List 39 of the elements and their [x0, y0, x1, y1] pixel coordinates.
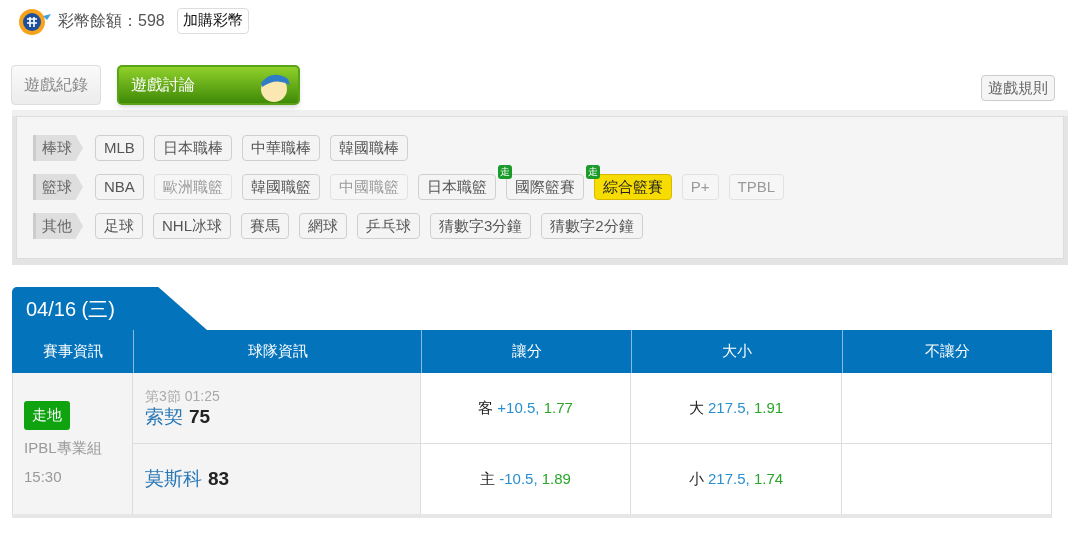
- category-label: 棒球: [33, 135, 83, 161]
- league-button[interactable]: 網球: [299, 213, 347, 239]
- column-header: 球隊資訊: [133, 330, 421, 373]
- league-button[interactable]: NHL冰球: [153, 213, 231, 239]
- team-score: 75: [189, 405, 211, 429]
- start-time: 15:30: [24, 467, 62, 487]
- live-status-badge: 走地: [24, 401, 70, 430]
- league-button[interactable]: 中華職棒: [241, 135, 320, 161]
- odds-text[interactable]: 主 -10.5, 1.89: [480, 467, 571, 491]
- column-header: 讓分: [421, 330, 631, 373]
- league-button[interactable]: 猜數字3分鐘: [430, 213, 532, 239]
- column-header: 賽事資訊: [12, 330, 133, 373]
- category-label: 籃球: [33, 174, 83, 200]
- league-button[interactable]: 韓國職籃: [241, 174, 320, 200]
- live-badge: 走: [497, 165, 512, 179]
- league-button[interactable]: 足球: [95, 213, 143, 239]
- league-button[interactable]: NBA: [95, 174, 144, 200]
- odds-text[interactable]: 小 217.5, 1.74: [688, 467, 784, 491]
- team-score: 83: [208, 467, 230, 491]
- league-button[interactable]: 日本職棒: [153, 135, 232, 161]
- team-name: 索契: [145, 405, 183, 429]
- team-name: 莫斯科: [145, 467, 202, 491]
- column-header: 大小: [631, 330, 842, 373]
- league-button[interactable]: 日本職籃: [417, 174, 496, 200]
- odds-text[interactable]: 大 217.5, 1.91: [688, 396, 784, 420]
- league-button[interactable]: 猜數字2分鐘: [541, 213, 643, 239]
- league-button[interactable]: 乒乓球: [357, 213, 420, 239]
- league-button[interactable]: 賽馬: [241, 213, 289, 239]
- league-button[interactable]: 韓國職棒: [329, 135, 408, 161]
- buy-coins-button[interactable]: 加購彩幣: [176, 7, 249, 34]
- balance-text: 彩幣餘額：598: [58, 10, 165, 31]
- live-badge: 走: [585, 165, 600, 179]
- rules-button[interactable]: 遊戲規則: [981, 75, 1055, 101]
- category-label: 其他: [33, 213, 83, 239]
- league-button[interactable]: MLB: [95, 135, 144, 161]
- game-period: 第3節 01:25: [145, 387, 221, 405]
- column-header: 不讓分: [842, 330, 1052, 373]
- odds-text[interactable]: 客 +10.5, 1.77: [478, 396, 573, 420]
- league-name: IPBL專業組: [24, 437, 102, 458]
